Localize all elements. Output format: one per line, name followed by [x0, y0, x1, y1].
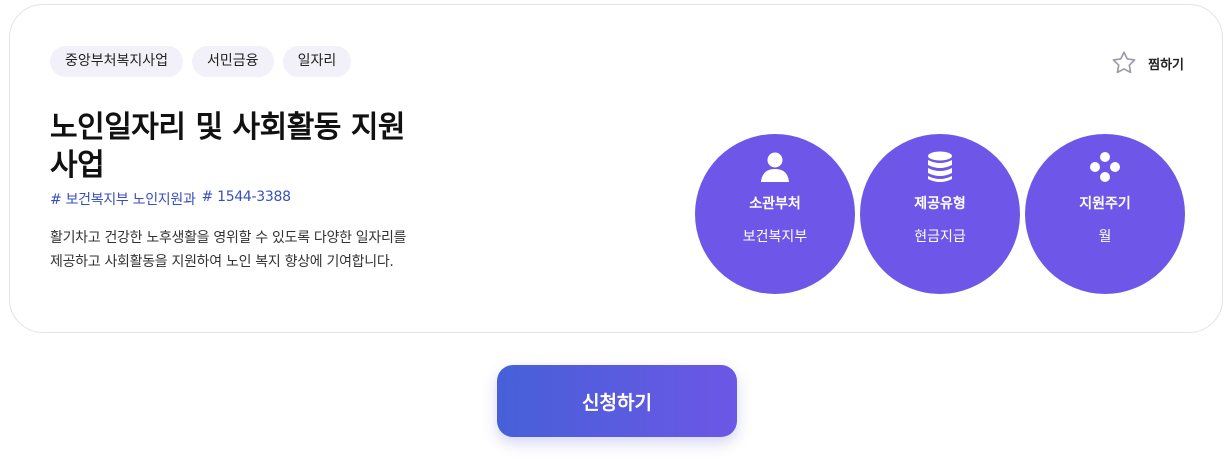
tag-jobs[interactable]: 일자리 [282, 46, 352, 77]
tag-list: 중앙부처복지사업 서민금융 일자리 [50, 46, 352, 77]
info-label: 제공유형 [914, 196, 966, 212]
info-department: 소관부처 보건복지부 [695, 134, 855, 294]
star-outline-icon [1110, 49, 1138, 77]
contact-phone[interactable]: # 1544-3388 [202, 189, 292, 209]
info-value: 현금지급 [914, 229, 966, 245]
program-description: 활기차고 건강한 노후생활을 영위할 수 있도록 다양한 일자리를 제공하고 사… [50, 230, 407, 270]
info-circles: 소관부처 보건복지부 제공유형 현금지급 지원주기 월 [695, 134, 1187, 295]
contact-department: # 보건복지부 노인지원과 [50, 192, 196, 208]
favorite-label: 찜하기 [1148, 57, 1184, 73]
info-provision-type: 제공유형 현금지급 [860, 134, 1020, 294]
program-card: 중앙부처복지사업 서민금융 일자리 찜하기 노인일자리 및 사회활동 지원 사업… [9, 4, 1223, 333]
info-label: 지원주기 [1079, 196, 1131, 212]
info-value: 월 [1098, 229, 1112, 245]
info-value: 보건복지부 [742, 229, 808, 245]
tag-central-welfare[interactable]: 중앙부처복지사업 [50, 46, 184, 77]
person-icon [758, 150, 792, 184]
dots-diamond-icon [1088, 150, 1122, 184]
database-icon [923, 150, 957, 184]
apply-button[interactable]: 신청하기 [497, 365, 737, 437]
info-label: 소관부처 [749, 196, 801, 212]
favorite-button[interactable]: 찜하기 [1110, 49, 1184, 77]
info-support-cycle: 지원주기 월 [1025, 134, 1185, 294]
contact-info: # 보건복지부 노인지원과 # 1544-3388 [50, 189, 291, 209]
page-title: 노인일자리 및 사회활동 지원 사업 [50, 110, 406, 183]
tag-finance[interactable]: 서민금융 [192, 46, 274, 77]
